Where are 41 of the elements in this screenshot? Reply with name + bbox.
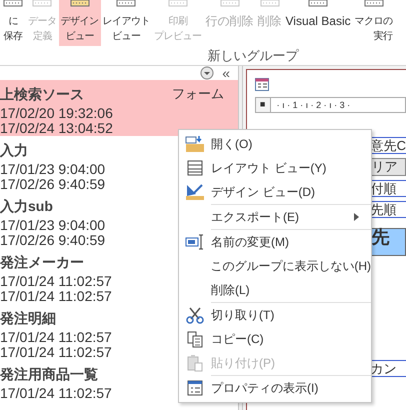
group-label: 新しいグループ bbox=[208, 46, 298, 64]
modified-date: 17/02/26 9:40:59 bbox=[0, 232, 106, 247]
form-icon bbox=[254, 78, 269, 91]
modified-date: 17/01/24 11:02:57 bbox=[0, 288, 112, 303]
modified-date: 17/01/24 11:02:57 bbox=[0, 344, 112, 359]
layout-icon bbox=[186, 159, 204, 177]
menu-item[interactable]: 切り取り(T) bbox=[179, 303, 371, 327]
item-name: 発注メーカー bbox=[0, 254, 84, 270]
ribbon-button[interactable]: レイアウト ビュー bbox=[100, 0, 152, 46]
item-name: 入力sub bbox=[0, 198, 53, 214]
nav-item[interactable]: 上検索ソース フォーム 17/02/20 19:32:06 17/02/24 13:04:52 bbox=[0, 80, 238, 136]
scissors-icon bbox=[186, 306, 204, 324]
ribbon-button[interactable]: デザイン ビュー bbox=[58, 0, 100, 46]
design-icon bbox=[185, 183, 205, 201]
ribbon-button[interactable]: に 保存 bbox=[0, 0, 26, 46]
modified-date: 17/02/24 13:04:52 bbox=[0, 120, 113, 135]
created-date: 17/01/24 11:02:57 bbox=[0, 385, 112, 400]
created-date: 17/01/24 11:02:57 bbox=[0, 273, 112, 288]
item-name: 発注用商品一覧 bbox=[0, 366, 98, 382]
menu-item[interactable]: 削除(L) bbox=[179, 278, 371, 302]
item-name: 入力 bbox=[0, 142, 28, 158]
menu-item[interactable]: このグループに表示しない(H) bbox=[179, 254, 371, 278]
paste-icon bbox=[186, 354, 204, 372]
rename-icon bbox=[185, 233, 205, 251]
item-name: 上検索ソース bbox=[0, 86, 84, 102]
created-date: 17/02/20 19:32:06 bbox=[0, 105, 113, 120]
ribbon-button[interactable]: マクロの 実行 bbox=[352, 0, 395, 46]
created-date: 17/01/23 9:04:00 bbox=[0, 161, 106, 176]
folder-icon bbox=[185, 135, 205, 153]
dropdown-icon[interactable] bbox=[200, 66, 214, 80]
menu-item[interactable]: プロパティの表示(I) bbox=[179, 376, 371, 400]
collapse-button[interactable]: « bbox=[222, 66, 230, 80]
created-date: 17/01/23 9:04:00 bbox=[0, 217, 106, 232]
menu-item[interactable]: コピー(C) bbox=[179, 327, 371, 351]
copy-icon bbox=[186, 330, 204, 348]
properties-icon bbox=[186, 379, 204, 397]
item-type: フォーム bbox=[172, 86, 224, 102]
created-date: 17/01/24 11:02:57 bbox=[0, 329, 112, 344]
modified-date: 17/02/26 9:40:59 bbox=[0, 176, 106, 191]
ribbon-button[interactable]: Visual Basic bbox=[284, 0, 353, 46]
item-name: 発注明細 bbox=[0, 310, 56, 326]
